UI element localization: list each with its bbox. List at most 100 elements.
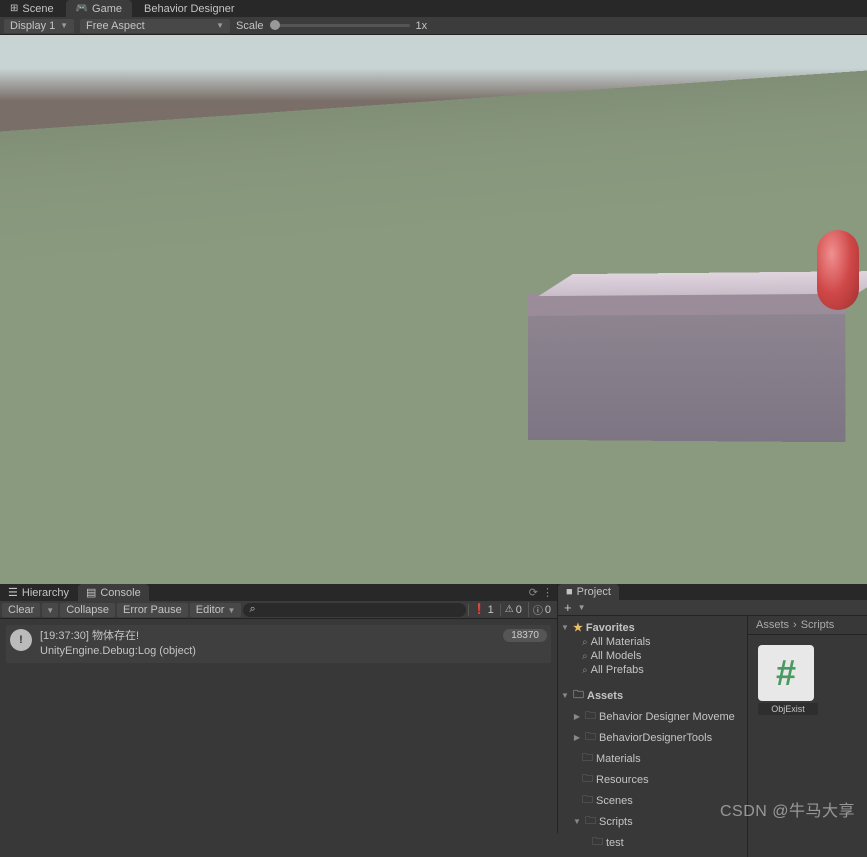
- folder-icon: 🗀: [585, 707, 596, 726]
- tab-game[interactable]: 🎮 Game: [66, 0, 132, 17]
- collapse-button[interactable]: Collapse: [60, 603, 115, 617]
- tree-bdm[interactable]: ▶ 🗀 Behavior Designer Moveme: [560, 706, 745, 727]
- info-counter[interactable]: ⓘ 0: [528, 602, 555, 617]
- display-dropdown[interactable]: Display 1 ▼: [4, 19, 74, 33]
- tree-all-materials[interactable]: ⌕ All Materials: [560, 635, 745, 649]
- bottom-panels: ☰ Hierarchy ▤ Console ⟳ ⋮ Clear ▼ Collap…: [0, 584, 867, 833]
- console-toolbar: Clear ▼ Collapse Error Pause Editor ▼ ⌕ …: [0, 601, 557, 619]
- project-content: Assets › Scripts # ObjExist: [748, 616, 867, 857]
- gamepad-icon: 🎮: [76, 3, 88, 14]
- folder-icon: 🗀: [582, 749, 593, 768]
- folder-icon: 🗀: [573, 686, 584, 705]
- tab-project-label: Project: [577, 586, 611, 598]
- folder-icon: 🗀: [582, 791, 593, 810]
- tree-scripts[interactable]: ▼ 🗀 Scripts: [560, 811, 745, 832]
- log-line2: UnityEngine.Debug:Log (object): [40, 644, 495, 659]
- game-toolbar: Display 1 ▼ Free Aspect ▼ Scale 1x: [0, 17, 867, 35]
- fold-icon: ▼: [560, 623, 570, 632]
- warn-counter[interactable]: ⚠ 0: [500, 604, 526, 616]
- assets-label: Assets: [587, 690, 623, 702]
- editor-dropdown[interactable]: Editor ▼: [190, 603, 242, 617]
- right-panel-tabs: ■ Project: [558, 584, 867, 600]
- tab-console-label: Console: [100, 587, 140, 599]
- tab-scene[interactable]: ⊞ Scene: [0, 0, 64, 17]
- tree-label: All Models: [591, 650, 642, 662]
- console-search[interactable]: ⌕: [243, 603, 466, 617]
- tree-label: Scripts: [599, 816, 633, 828]
- log-info-icon: !: [10, 629, 32, 651]
- asset-item[interactable]: # ObjExist: [758, 645, 818, 715]
- add-button[interactable]: +: [564, 600, 572, 615]
- tree-all-prefabs[interactable]: ⌕ All Prefabs: [560, 663, 745, 677]
- tree-label: All Materials: [591, 636, 651, 648]
- log-count-badge: 18370: [503, 629, 547, 642]
- slider-thumb[interactable]: [270, 20, 280, 30]
- breadcrumb-sep: ›: [793, 619, 797, 631]
- tree-favorites[interactable]: ▼ ★ Favorites: [560, 620, 745, 635]
- game-viewport: [0, 35, 867, 584]
- tree-resources[interactable]: 🗀 Resources: [560, 769, 745, 790]
- breadcrumb-assets[interactable]: Assets: [756, 619, 789, 631]
- log-entry[interactable]: ! [19:37:30] 物体存在! UnityEngine.Debug:Log…: [6, 625, 551, 663]
- chevron-down-icon[interactable]: ▼: [578, 603, 586, 612]
- log-line1: [19:37:30] 物体存在!: [40, 629, 495, 644]
- project-body: ▼ ★ Favorites ⌕ All Materials ⌕ All Mode…: [558, 616, 867, 857]
- panel-menu: ⟳ ⋮: [529, 586, 553, 599]
- favorites-label: Favorites: [586, 622, 635, 634]
- aspect-value: Free Aspect: [86, 20, 145, 32]
- search-icon: ⌕: [582, 651, 588, 662]
- tab-hierarchy-label: Hierarchy: [22, 587, 69, 599]
- tab-hierarchy[interactable]: ☰ Hierarchy: [0, 584, 77, 601]
- breadcrumb: Assets › Scripts: [748, 616, 867, 635]
- clear-dropdown[interactable]: ▼: [42, 603, 58, 617]
- chevron-down-icon: ▼: [46, 606, 54, 615]
- fold-icon: ▶: [572, 733, 582, 742]
- search-icon: ⌕: [582, 665, 588, 676]
- tree-bdt[interactable]: ▶ 🗀 BehaviorDesignerTools: [560, 727, 745, 748]
- tree-label: Resources: [596, 774, 649, 786]
- fold-icon: ▶: [572, 712, 582, 721]
- asset-grid: # ObjExist: [748, 635, 867, 857]
- lock-icon[interactable]: ⟳: [529, 586, 538, 599]
- tree-assets[interactable]: ▼ 🗀 Assets: [560, 685, 745, 706]
- hierarchy-icon: ☰: [8, 586, 18, 599]
- tree-label: All Prefabs: [591, 664, 644, 676]
- folder-icon: ■: [566, 586, 573, 598]
- tree-scenes[interactable]: 🗀 Scenes: [560, 790, 745, 811]
- error-pause-button[interactable]: Error Pause: [117, 603, 188, 617]
- left-panel-tabs: ☰ Hierarchy ▤ Console ⟳ ⋮: [0, 584, 557, 601]
- chevron-down-icon: ▼: [60, 21, 68, 30]
- tree-materials[interactable]: 🗀 Materials: [560, 748, 745, 769]
- search-icon: ⌕: [582, 637, 588, 648]
- warn-count: 0: [516, 604, 522, 616]
- fold-icon: ▼: [560, 691, 570, 700]
- tab-project[interactable]: ■ Project: [558, 584, 619, 600]
- breadcrumb-scripts[interactable]: Scripts: [801, 619, 835, 631]
- project-toolbar: + ▼: [558, 600, 867, 616]
- menu-icon[interactable]: ⋮: [542, 586, 553, 599]
- star-icon: ★: [573, 621, 583, 634]
- project-panel: ■ Project + ▼ ▼ ★ Favorites ⌕ All Materi…: [558, 584, 867, 833]
- scene-ground: [0, 35, 867, 162]
- aspect-dropdown[interactable]: Free Aspect ▼: [80, 19, 230, 33]
- tab-console[interactable]: ▤ Console: [78, 584, 149, 601]
- script-icon: #: [758, 645, 814, 701]
- tree-test[interactable]: 🗀 test: [560, 832, 745, 853]
- console-body: ! [19:37:30] 物体存在! UnityEngine.Debug:Log…: [0, 619, 557, 833]
- error-counter[interactable]: ❗ 1: [468, 604, 498, 616]
- clear-button[interactable]: Clear: [2, 603, 40, 617]
- tree-label: test: [606, 837, 624, 849]
- tab-scene-label: Scene: [22, 3, 53, 15]
- tree-label: Behavior Designer Moveme: [599, 711, 735, 723]
- top-tabs: ⊞ Scene 🎮 Game Behavior Designer: [0, 0, 867, 17]
- asset-name: ObjExist: [758, 703, 818, 715]
- chevron-down-icon: ▼: [228, 606, 236, 615]
- folder-icon: 🗀: [585, 812, 596, 831]
- tab-behavior[interactable]: Behavior Designer: [134, 0, 245, 17]
- folder-icon: 🗀: [585, 728, 596, 747]
- folder-icon: 🗀: [592, 833, 603, 852]
- scale-slider[interactable]: [270, 24, 410, 27]
- grid-icon: ⊞: [10, 3, 18, 14]
- folder-icon: 🗀: [582, 770, 593, 789]
- tree-all-models[interactable]: ⌕ All Models: [560, 649, 745, 663]
